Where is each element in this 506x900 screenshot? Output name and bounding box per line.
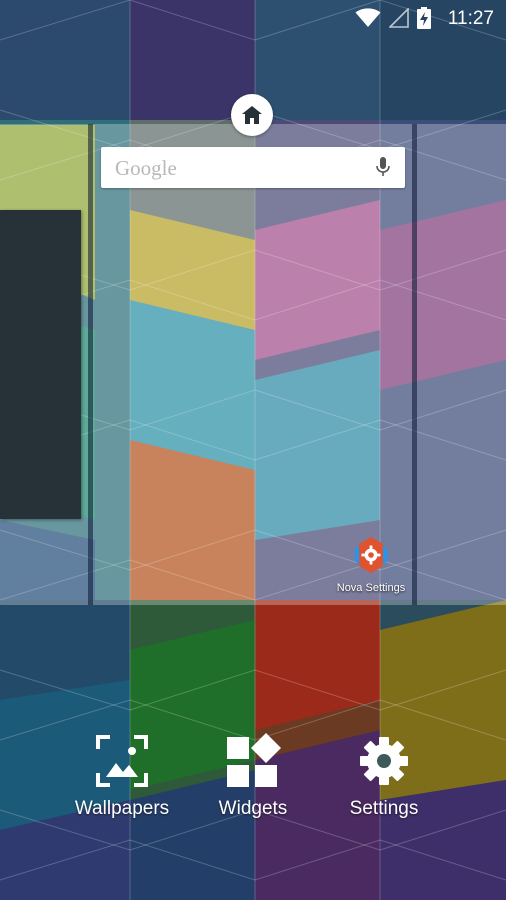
google-search-bar[interactable]: Google: [101, 147, 405, 188]
widgets-icon: [227, 733, 281, 787]
wallpaper-icon: [96, 735, 148, 787]
battery-charging-icon: [417, 7, 431, 29]
nova-settings-shortcut[interactable]: Nova Settings: [335, 535, 407, 594]
home-icon: [242, 106, 262, 124]
page-divider-left: [88, 124, 93, 605]
overview-actions: Wallpapers Widgets Settings: [0, 730, 506, 830]
left-page-preview-card[interactable]: [0, 210, 81, 519]
nova-settings-icon: [355, 537, 387, 573]
settings-label: Settings: [349, 798, 419, 819]
wallpapers-label: Wallpapers: [74, 798, 170, 819]
nova-settings-label: Nova Settings: [336, 582, 406, 594]
settings-button[interactable]: Settings: [319, 730, 449, 820]
page-divider-right: [412, 124, 417, 605]
wifi-icon: [355, 8, 381, 27]
status-icons: [355, 7, 431, 29]
status-bar: 11:27: [0, 0, 506, 36]
widgets-label: Widgets: [218, 798, 288, 819]
widgets-button[interactable]: Widgets: [188, 730, 318, 820]
wallpapers-button[interactable]: Wallpapers: [57, 730, 187, 820]
search-provider-label: Google: [115, 156, 177, 180]
default-home-page-button[interactable]: [231, 94, 273, 136]
status-time: 11:27: [447, 8, 494, 29]
mic-icon[interactable]: [375, 156, 391, 178]
signal-icon: [389, 8, 409, 28]
gear-icon: [360, 737, 408, 785]
